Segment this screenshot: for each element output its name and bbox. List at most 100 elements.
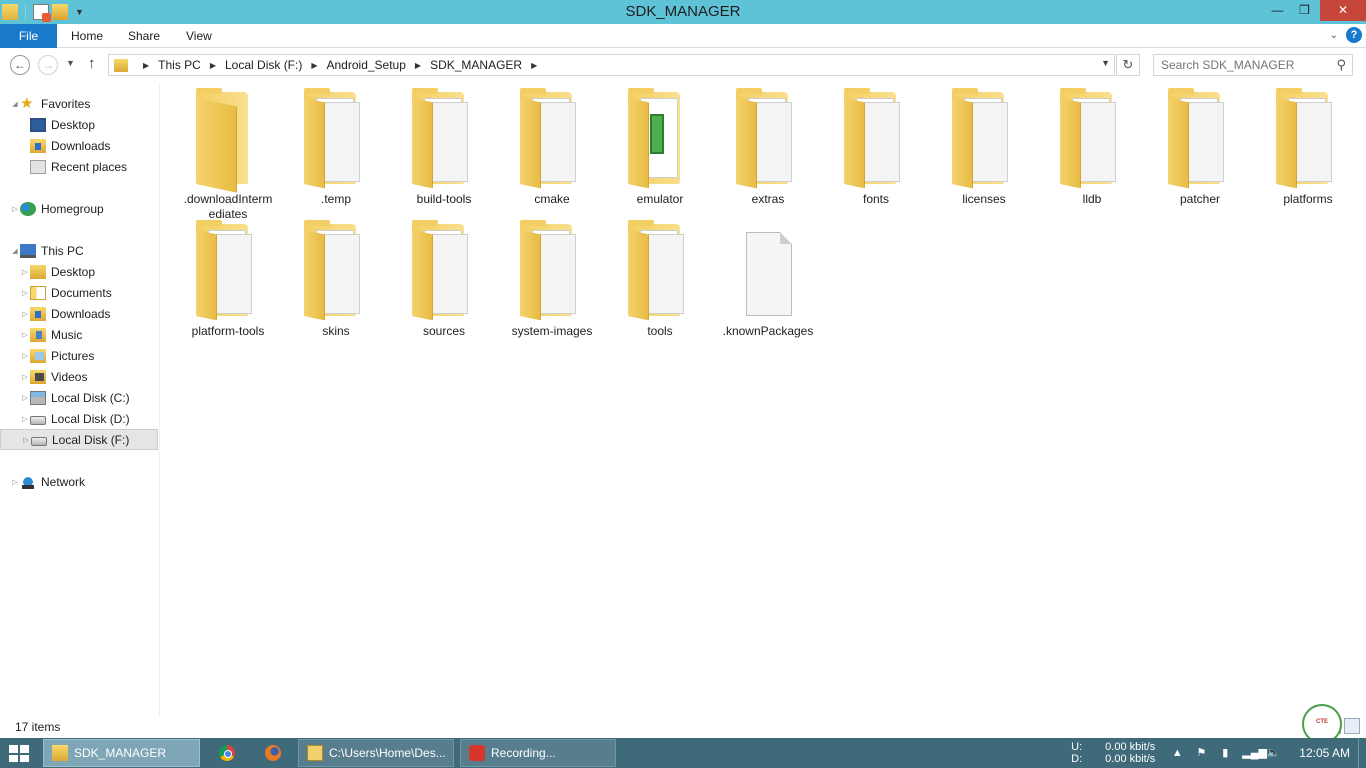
show-desktop-button[interactable] <box>1358 738 1366 768</box>
expand-ribbon-icon[interactable]: ⌄ <box>1330 30 1338 41</box>
nav-pc-pictures[interactable]: ▷ Pictures <box>0 345 158 366</box>
search-box[interactable]: ⚲ <box>1153 54 1353 76</box>
nav-pc-desktop[interactable]: ▷ Desktop <box>0 261 158 282</box>
nav-pc-downloads[interactable]: ▷ Downloads <box>0 303 158 324</box>
tab-home[interactable]: Home <box>57 24 117 48</box>
nav-pc-videos[interactable]: ▷ Videos <box>0 366 158 387</box>
window-controls: — ❐ ✕ <box>1264 0 1366 21</box>
nav-disk-d[interactable]: ▷ Local Disk (D:) <box>0 408 158 429</box>
nav-homegroup[interactable]: ▷ Homegroup <box>0 198 158 219</box>
nav-this-pc[interactable]: ◢ This PC <box>0 240 158 261</box>
expand-icon[interactable]: ◢ <box>10 100 20 108</box>
file-name: licenses <box>962 192 1006 206</box>
expand-icon[interactable]: ▷ <box>20 373 30 381</box>
expand-icon[interactable]: ▷ <box>20 394 30 402</box>
action-center-flag-icon[interactable]: ⚑ <box>1194 747 1208 759</box>
breadcrumb-local-disk-f[interactable]: Local Disk (F:) <box>225 58 302 72</box>
expand-icon[interactable]: ▷ <box>20 331 30 339</box>
taskbar-chrome[interactable] <box>211 739 245 767</box>
nav-fav-downloads[interactable]: Downloads <box>0 135 158 156</box>
up-button[interactable]: ↑ <box>88 55 96 72</box>
file-item[interactable]: platforms <box>1256 83 1360 207</box>
nav-label: This PC <box>41 243 84 258</box>
power-icon[interactable]: ▮ <box>1218 747 1232 759</box>
breadcrumb-android-setup[interactable]: Android_Setup <box>327 58 406 72</box>
file-item[interactable]: emulator <box>608 83 712 207</box>
show-hidden-icons-icon[interactable]: ▲ <box>1170 747 1184 759</box>
file-item[interactable]: fonts <box>824 83 928 207</box>
taskbar-firefox[interactable] <box>257 739 291 767</box>
nav-label: Music <box>51 327 83 342</box>
file-item[interactable]: lldb <box>1040 83 1144 207</box>
close-button[interactable]: ✕ <box>1320 0 1366 21</box>
tab-view[interactable]: View <box>172 24 226 48</box>
taskbar-recorder[interactable]: Recording... <box>460 739 616 767</box>
address-history-icon[interactable]: ▼ <box>1101 58 1110 68</box>
breadcrumb-this-pc[interactable]: This PC <box>158 58 201 72</box>
nav-disk-c[interactable]: ▷ Local Disk (C:) <box>0 387 158 408</box>
expand-icon[interactable]: ▷ <box>20 268 30 276</box>
nav-network[interactable]: ▷ Network <box>0 471 158 492</box>
large-icons-view-icon[interactable] <box>1344 718 1360 734</box>
folder-icon <box>1166 88 1234 190</box>
nav-label: Pictures <box>51 348 95 363</box>
file-item[interactable]: platform-tools <box>176 215 280 339</box>
file-name: .knownPackages <box>722 324 814 338</box>
back-button[interactable]: ← <box>10 55 30 75</box>
file-item[interactable]: patcher <box>1148 83 1252 207</box>
start-button[interactable] <box>9 745 29 762</box>
status-bar: 17 items <box>0 716 1366 738</box>
taskbar-notepad[interactable]: C:\Users\Home\Des... <box>298 739 454 767</box>
expand-icon[interactable]: ▷ <box>10 205 20 213</box>
chevron-right-icon[interactable]: ▶ <box>210 61 216 70</box>
taskbar-explorer[interactable]: SDK_MANAGER <box>43 739 200 767</box>
folder-icon <box>410 88 478 190</box>
file-name: platform-tools <box>191 324 265 338</box>
help-icon[interactable]: ? <box>1346 27 1362 43</box>
file-item[interactable]: sources <box>392 215 496 339</box>
file-item[interactable]: tools <box>608 215 712 339</box>
chevron-right-icon[interactable]: ▶ <box>415 61 421 70</box>
expand-icon[interactable]: ▷ <box>20 415 30 423</box>
expand-icon[interactable]: ▷ <box>10 478 20 486</box>
recent-locations-icon[interactable]: ▼ <box>66 58 75 68</box>
nav-fav-desktop[interactable]: Desktop <box>0 114 158 135</box>
nav-disk-f[interactable]: ▷ Local Disk (F:) <box>0 429 158 450</box>
tab-file[interactable]: File <box>0 24 57 48</box>
expand-icon[interactable]: ▷ <box>20 289 30 297</box>
minimize-button[interactable]: — <box>1264 0 1291 21</box>
refresh-button[interactable]: ↻ <box>1116 54 1140 76</box>
file-item[interactable]: build-tools <box>392 83 496 207</box>
chevron-right-icon[interactable]: ▶ <box>531 61 537 70</box>
restore-button[interactable]: ❐ <box>1291 0 1318 21</box>
tab-share[interactable]: Share <box>114 24 174 48</box>
forward-button[interactable]: → <box>38 55 58 75</box>
search-icon[interactable]: ⚲ <box>1336 57 1346 73</box>
clock[interactable]: 12:05 AM <box>1299 746 1350 760</box>
network-signal-icon[interactable]: ▂▄▆ <box>1242 747 1267 759</box>
file-item[interactable]: extras <box>716 83 820 207</box>
file-item[interactable]: licenses <box>932 83 1036 207</box>
file-item[interactable]: system-images <box>500 215 604 339</box>
search-input[interactable] <box>1154 55 1324 75</box>
address-bar[interactable]: ▶ This PC ▶ Local Disk (F:) ▶ Android_Se… <box>108 54 1115 76</box>
breadcrumb-sdk-manager[interactable]: SDK_MANAGER <box>430 58 522 72</box>
file-item[interactable]: skins <box>284 215 388 339</box>
file-item[interactable]: .knownPackages <box>716 215 820 339</box>
expand-icon[interactable]: ▷ <box>21 436 31 444</box>
folder-icon <box>52 745 68 761</box>
chevron-right-icon[interactable]: ▶ <box>311 61 317 70</box>
volume-icon[interactable]: 🔈 <box>1266 747 1280 759</box>
file-item[interactable]: .downloadIntermediates <box>176 83 280 222</box>
nav-fav-recent[interactable]: Recent places <box>0 156 158 177</box>
nav-favorites[interactable]: ◢ ★ Favorites <box>0 93 158 114</box>
expand-icon[interactable]: ▷ <box>20 352 30 360</box>
expand-icon[interactable]: ▷ <box>20 310 30 318</box>
expand-icon[interactable]: ◢ <box>10 247 20 255</box>
nav-pc-documents[interactable]: ▷ Documents <box>0 282 158 303</box>
file-name: skins <box>322 324 350 338</box>
file-item[interactable]: .temp <box>284 83 388 207</box>
chevron-right-icon[interactable]: ▶ <box>143 61 149 70</box>
file-item[interactable]: cmake <box>500 83 604 207</box>
nav-pc-music[interactable]: ▷ Music <box>0 324 158 345</box>
